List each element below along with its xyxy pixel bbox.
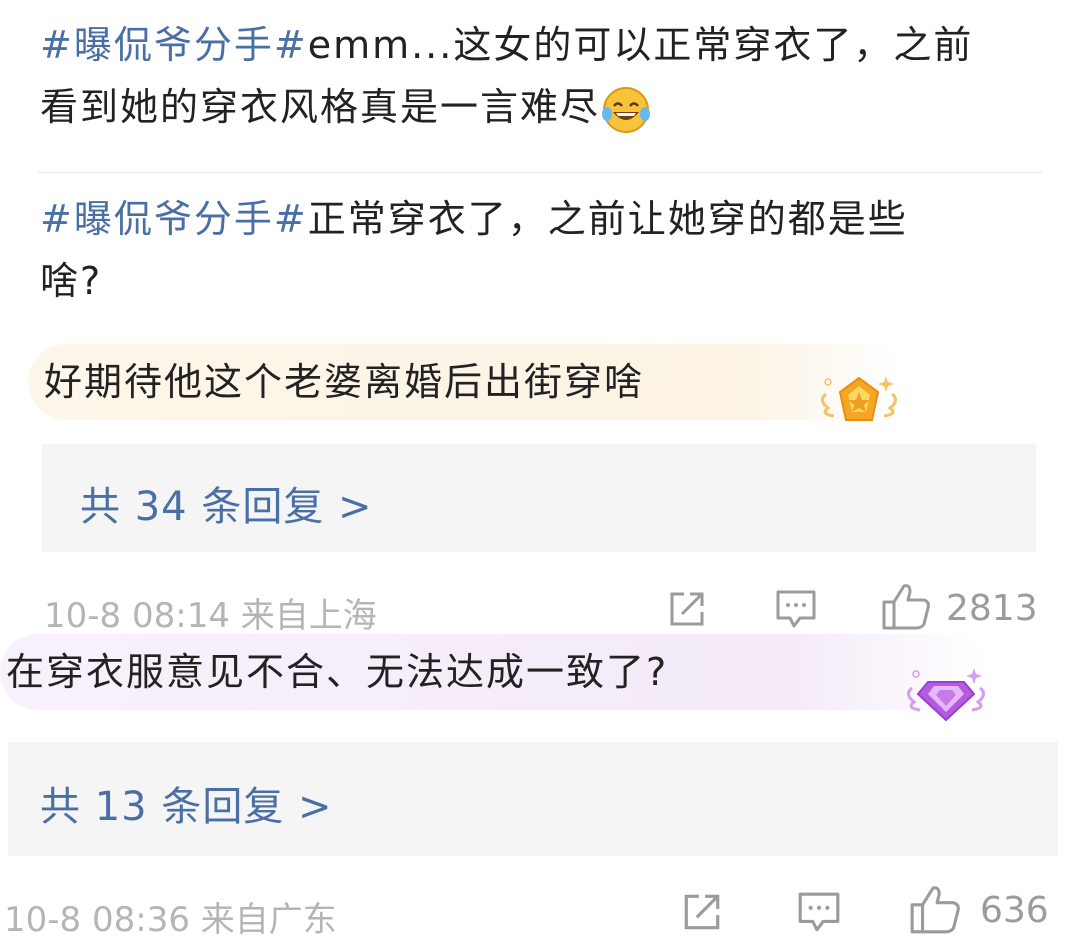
comment-2-text: #曝侃爷分手#正常穿衣了，之前让她穿的都是些 啥? [40,188,1050,312]
hashtag-link[interactable]: #曝侃爷分手# [40,197,308,241]
comment-1-text: #曝侃爷分手#emm...这女的可以正常穿衣了，之前 看到她的穿衣风格真是一言难… [40,14,1050,138]
like-count-2: 636 [980,890,1049,931]
gold-crown-badge [821,376,897,421]
comment-icon[interactable] [774,588,818,630]
purple-diamond-badge [907,668,985,722]
timestamp-location-2: 10-8 08:36 来自广东 [4,900,337,935]
like-count-1: 2813 [946,588,1038,629]
highlight-comment-2: 在穿衣服意见不合、无法达成一致了? [0,634,986,710]
like-icon[interactable] [880,582,932,632]
view-replies-link-1[interactable]: 共 34 条回复 > [80,474,373,532]
timestamp-location-1: 10-8 08:14 来自上海 [44,596,377,636]
comment-1-line-2: 看到她的穿衣风格真是一言难尽 [40,85,601,129]
view-replies-link-2[interactable]: 共 13 条回复 > [40,774,333,832]
highlight-comment-1: 好期待他这个老婆离婚后出街穿啥 [28,344,904,420]
comment-icon[interactable] [796,890,842,934]
share-icon[interactable] [680,890,724,934]
share-icon[interactable] [666,588,708,630]
laughing-tears-emoji [602,86,651,133]
comment-1-line-1: emm...这女的可以正常穿衣了，之前 [307,23,974,67]
comment-2-line-2: 啥? [40,259,103,303]
comment-divider [38,172,1042,173]
hashtag-link[interactable]: #曝侃爷分手# [40,23,308,67]
like-icon[interactable] [908,884,962,935]
comment-thread: #曝侃爷分手#emm...这女的可以正常穿衣了，之前 看到她的穿衣风格真是一言难… [0,0,1080,935]
comment-2-line-1: 正常穿衣了，之前让她穿的都是些 [307,197,908,241]
